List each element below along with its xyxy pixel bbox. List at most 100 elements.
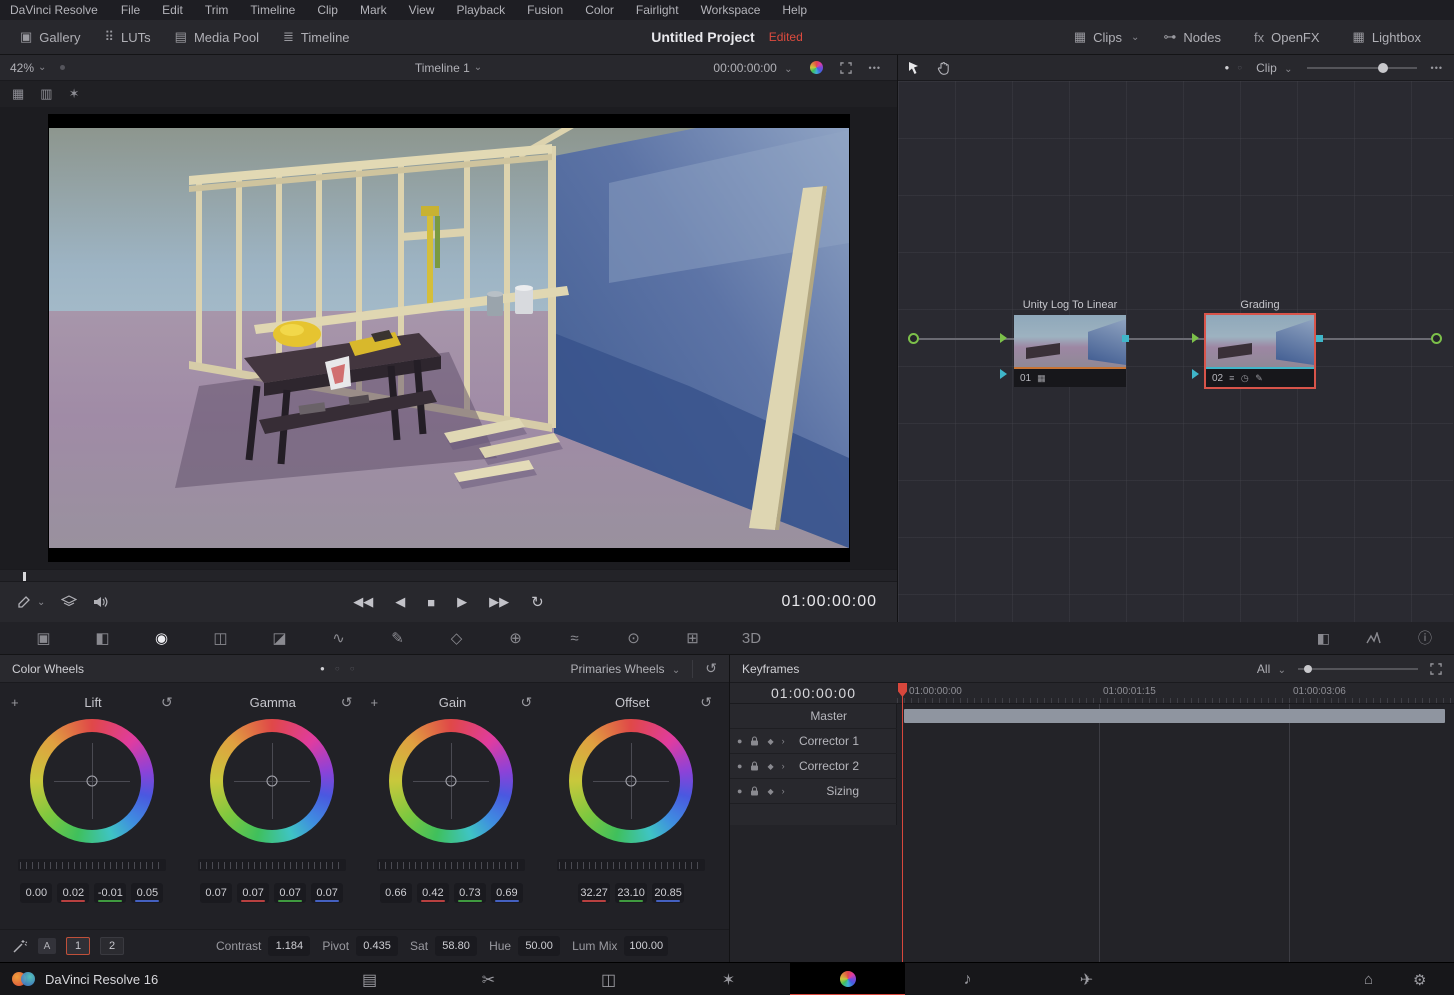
wheel-balance-dot[interactable] [266,776,277,787]
keyframes-zoom-handle[interactable] [1304,665,1312,673]
menu-item[interactable]: Timeline [239,3,306,17]
toolbar-toggle-button[interactable]: ▣ Gallery [8,24,92,50]
lift-master-value[interactable]: 0.00 [20,883,52,903]
gamma-color-wheel[interactable] [210,719,334,843]
timeline-playhead[interactable] [902,683,903,962]
gamma-master-slider[interactable] [198,859,346,871]
palette-tool-icon[interactable]: ⊕ [486,629,545,647]
palette-tool-icon[interactable]: ⊙ [604,629,663,647]
fairlight-page-button[interactable]: ♪ [910,963,1025,995]
menu-item[interactable]: Workspace [690,3,772,17]
lift-red-value[interactable]: 0.02 [57,883,89,903]
menu-item[interactable]: Edit [151,3,194,17]
audio-mute-icon[interactable] [93,595,109,609]
node-zoom-slider-handle[interactable] [1378,63,1388,73]
loop-button[interactable]: ↻ [531,593,544,611]
node-indicator-dot[interactable]: ● [1224,63,1229,72]
step-back-button[interactable]: ◀ [395,594,405,610]
color-picker-icon[interactable] [16,595,31,610]
expand-track-chevron-icon[interactable]: › [782,761,785,771]
viewer-seek-bar[interactable] [0,569,897,582]
graph-output-dot[interactable] [1431,333,1442,344]
lift-master-slider[interactable] [18,859,166,871]
gamma-master-value[interactable]: 0.07 [200,883,232,903]
lock-icon[interactable] [750,761,759,771]
go-to-start-button[interactable]: ◀◀ [353,594,373,610]
menu-item[interactable]: File [110,3,151,17]
node-output-square[interactable] [1316,335,1323,342]
gain-color-wheel[interactable] [389,719,513,843]
page-dot[interactable]: ○ [350,664,355,673]
node-zoom-slider[interactable] [1307,67,1417,69]
track-enable-dot-icon[interactable]: ● [737,786,742,796]
hue-value[interactable]: 50.00 [518,936,560,956]
timeline-selector[interactable]: Timeline 1 ⌄ [415,61,482,75]
offset-blue-value[interactable]: 20.85 [652,883,684,903]
gain-master-slider[interactable] [377,859,525,871]
lum-mix-value[interactable]: 100.00 [624,936,668,956]
pivot-value[interactable]: 0.435 [356,936,398,956]
auto-balance-wand-icon[interactable] [12,938,28,954]
toolbar-toggle-button[interactable]: ⊶ Nodes [1151,24,1242,50]
node-02-selected[interactable]: Grading 02 ≡ ◷ ✎ [1204,313,1316,389]
toolbar-toggle-button[interactable]: ⠿ LUTs [92,24,162,50]
edit-page-button[interactable]: ◫ [551,963,666,995]
palette-tool-icon[interactable]: ≈ [545,630,604,647]
keyframes-filter-dropdown[interactable]: All ⌄ [1257,662,1286,676]
auto-mode-badge[interactable]: A [38,938,56,954]
stills-view-icon[interactable]: ▦ [12,86,24,102]
menu-item[interactable]: Color [574,3,625,17]
offset-reset-icon[interactable]: ↺ [700,694,712,711]
lock-icon[interactable] [750,786,759,796]
keyframes-timeline[interactable]: 01:00:00:0001:00:01:1501:00:03:06 01:00:… [730,683,1454,962]
wheel-balance-dot[interactable] [86,776,97,787]
palette-tool-icon[interactable]: ◧ [73,629,132,647]
toolbar-toggle-button[interactable]: ▦ Clips ⌄ [1062,24,1152,50]
graph-input-dot[interactable] [908,333,919,344]
color-viewer-mode-icon[interactable] [810,61,823,74]
palette-tool-icon[interactable]: ∿ [309,629,368,647]
play-button[interactable]: ▶ [457,594,467,610]
lift-green-value[interactable]: -0.01 [94,883,126,903]
gamma-blue-value[interactable]: 0.07 [311,883,343,903]
page-dot[interactable]: ○ [335,664,340,673]
wheel-page-tab-1[interactable]: 1 [66,937,90,955]
toolbar-toggle-button[interactable]: ≣ Timeline [271,24,362,50]
keyframes-zoom-slider[interactable] [1298,668,1418,670]
wheel-balance-dot[interactable] [626,776,637,787]
page-dot-active[interactable]: ● [320,664,325,673]
node-level-dropdown[interactable]: Clip ⌄ [1256,61,1292,75]
stop-button[interactable]: ■ [427,595,435,610]
menu-item[interactable]: Fairlight [625,3,690,17]
cut-page-button[interactable]: ✂ [431,963,546,995]
gamma-red-value[interactable]: 0.07 [237,883,269,903]
palette-tool-icon[interactable]: 3D [722,630,781,647]
gain-green-value[interactable]: 0.73 [454,883,486,903]
expand-track-chevron-icon[interactable]: › [782,736,785,746]
palette-tool-icon[interactable]: ▣ [14,629,73,647]
track-row[interactable]: ● ◆ › Sizing [730,779,897,804]
track-enable-dot-icon[interactable]: ● [737,736,742,746]
lift-picker-icon[interactable]: + [11,695,25,710]
project-home-button[interactable]: ⌂ [1364,963,1373,995]
menu-item[interactable]: Trim [194,3,240,17]
project-settings-button[interactable]: ⚙ [1413,963,1426,995]
chevron-down-icon[interactable]: ⌄ [37,597,45,608]
palette-tool-icon[interactable]: ◪ [250,629,309,647]
node-graph[interactable]: Unity Log To Linear 01 ▦ Grading 02 [898,81,1453,622]
menu-item[interactable]: Mark [349,3,398,17]
gain-master-value[interactable]: 0.66 [380,883,412,903]
palette-tool-icon[interactable]: ◇ [427,629,486,647]
media-page-button[interactable]: ▤ [312,963,427,995]
lock-icon[interactable] [750,736,759,746]
node-thumbnail[interactable] [1014,315,1126,369]
palette-tool-icon[interactable]: ◫ [191,629,250,647]
menu-item[interactable]: View [398,3,446,17]
scopes-icon[interactable] [1366,632,1382,645]
wheels-mode-dropdown[interactable]: Primaries Wheels ⌄ [571,662,681,676]
palette-tool-icon[interactable]: ◉ [132,629,191,647]
menu-item[interactable]: Fusion [516,3,574,17]
viewer-timecode-dropdown[interactable]: 00:00:00:00 ⌄ [713,61,792,75]
timeline-ruler[interactable]: 01:00:00:0001:00:01:1501:00:03:06 [897,683,1454,704]
offset-red-value[interactable]: 32.27 [578,883,610,903]
